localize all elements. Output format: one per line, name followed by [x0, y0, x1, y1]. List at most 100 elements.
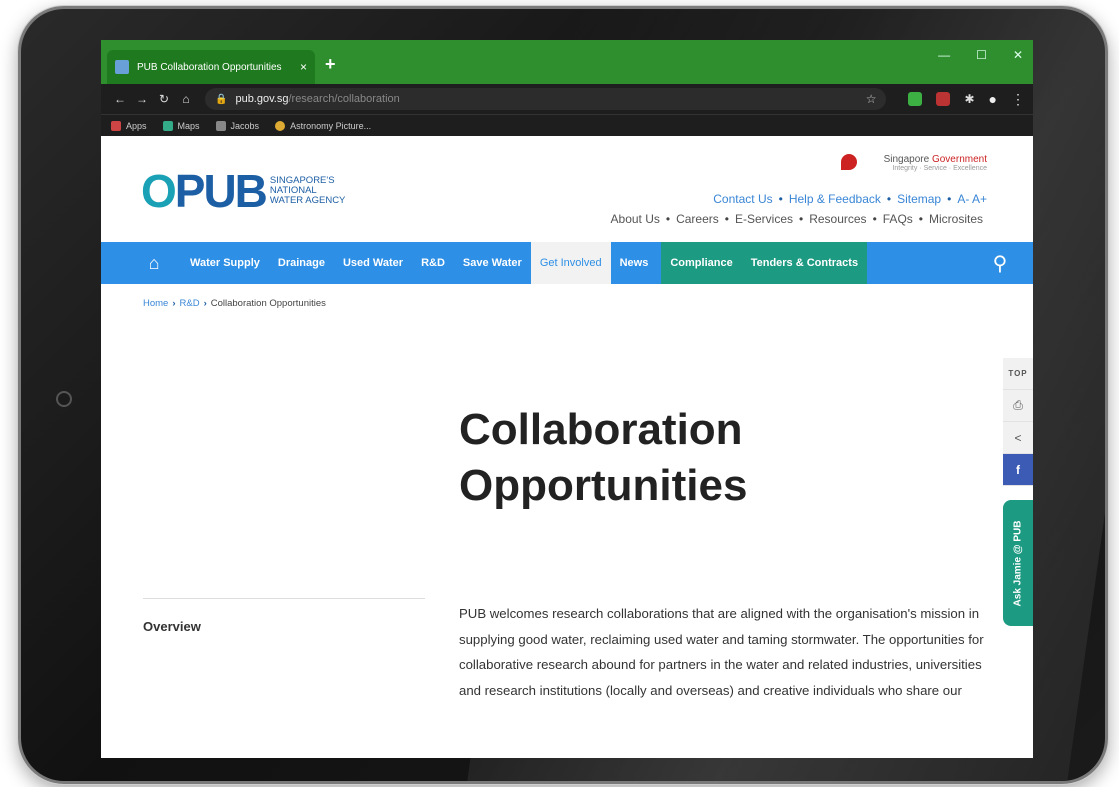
faqs-link[interactable]: FAQs	[883, 212, 913, 226]
page-title: Collaboration Opportunities	[459, 402, 839, 514]
bookmark-label: Astronomy Picture...	[290, 120, 372, 131]
separator: •	[778, 192, 783, 206]
pub-logo[interactable]: OPUB SINGAPORE'S NATIONAL WATER AGENCY	[141, 164, 345, 218]
breadcrumb-home[interactable]: Home	[143, 298, 168, 309]
maximize-icon[interactable]: ☐	[976, 48, 987, 62]
bookmark-jacobs[interactable]: Jacobs	[215, 120, 260, 131]
new-tab-button[interactable]: +	[325, 54, 336, 75]
home-nav-icon[interactable]: ⌂	[139, 242, 169, 284]
intro-paragraph: PUB welcomes research collaborations tha…	[459, 606, 984, 698]
astronomy-icon	[275, 120, 286, 131]
contact-us-link[interactable]: Contact Us	[713, 192, 772, 206]
logo-text: PUB	[174, 165, 268, 217]
tab-title: PUB Collaboration Opportunities	[137, 61, 282, 73]
extension-shield-icon[interactable]	[908, 92, 923, 106]
share-icon[interactable]: <	[1003, 422, 1033, 454]
home-icon[interactable]: ⌂	[175, 92, 197, 106]
lock-icon: 🔒	[215, 93, 228, 105]
jacobs-icon	[215, 120, 226, 131]
bookmark-astronomy[interactable]: Astronomy Picture...	[275, 120, 372, 131]
url-host: pub.gov.sg	[235, 93, 289, 105]
nav-water-supply[interactable]: Water Supply	[181, 242, 269, 284]
nav-get-involved[interactable]: Get Involved	[530, 242, 611, 284]
nav-used-water[interactable]: Used Water	[334, 242, 412, 284]
close-window-icon[interactable]: ✕	[1013, 48, 1023, 62]
browser-tab[interactable]: PUB Collaboration Opportunities ×	[107, 50, 315, 84]
bookmarks-bar: Apps Maps Jacobs Astronomy Picture...	[101, 114, 1033, 136]
back-icon[interactable]: ←	[109, 92, 131, 106]
gov-name-b: Government	[931, 154, 987, 165]
separator: •	[724, 212, 729, 226]
utility-links: Contact Us • Help & Feedback • Sitemap • A-…	[713, 192, 987, 206]
nav-rnd[interactable]: R&D	[412, 242, 454, 284]
bookmark-maps[interactable]: Maps	[162, 120, 200, 131]
about-us-link[interactable]: About Us	[611, 212, 660, 226]
facebook-icon[interactable]: f	[1003, 454, 1033, 486]
favicon-icon	[115, 60, 129, 74]
primary-nav: ⌂ Water Supply Drainage Used Water R&D S…	[101, 242, 1033, 284]
resources-link[interactable]: Resources	[809, 212, 866, 226]
bookmark-label: Jacobs	[230, 120, 260, 131]
tab-bar: PUB Collaboration Opportunities × + — ☐ …	[101, 40, 1033, 84]
print-icon[interactable]: ⎙	[1003, 390, 1033, 422]
microsites-link[interactable]: Microsites	[929, 212, 983, 226]
separator: •	[799, 212, 804, 226]
browser-screen: PUB Collaboration Opportunities × + — ☐ …	[101, 40, 1033, 758]
minimize-icon[interactable]: —	[938, 48, 950, 62]
url-path: /research/collaboration	[288, 93, 400, 105]
title-line: Collaboration	[459, 405, 743, 454]
font-size-toggle[interactable]: A- A+	[957, 192, 987, 206]
maps-icon	[162, 120, 173, 131]
window-controls: — ☐ ✕	[938, 48, 1023, 62]
nav-compliance[interactable]: Compliance	[661, 242, 741, 284]
logo-tagline: SINGAPORE'S NATIONAL WATER AGENCY	[270, 176, 345, 206]
nav-drainage[interactable]: Drainage	[269, 242, 334, 284]
nav-tenders-contracts[interactable]: Tenders & Contracts	[742, 242, 867, 284]
nav-news[interactable]: News	[611, 242, 658, 284]
chevron-right-icon: ›	[172, 298, 176, 309]
ask-jamie-button[interactable]: Ask Jamie @ PUB	[1003, 500, 1033, 626]
gov-name: Singapore Government	[884, 154, 987, 165]
logo-mark: OPUB	[141, 165, 268, 217]
browser-menu-icon[interactable]: ⋮	[1011, 91, 1025, 108]
reload-icon[interactable]: ↻	[153, 92, 175, 106]
careers-link[interactable]: Careers	[676, 212, 719, 226]
nav-green-group: Compliance Tenders & Contracts	[661, 242, 868, 284]
breadcrumb-current: Collaboration Opportunities	[210, 298, 326, 309]
bookmark-star-icon[interactable]: ☆	[866, 92, 877, 106]
tablet-frame: PUB Collaboration Opportunities × + — ☐ …	[18, 6, 1108, 784]
ask-jamie-label: Ask Jamie @ PUB	[1012, 520, 1024, 606]
camera-icon	[56, 391, 72, 407]
breadcrumb-rnd[interactable]: R&D	[180, 298, 200, 309]
back-to-top-button[interactable]: TOP	[1003, 358, 1033, 390]
gov-motto: Integrity · Service · Excellence	[892, 165, 987, 172]
sidebar-divider	[143, 598, 425, 599]
e-services-link[interactable]: E-Services	[735, 212, 793, 226]
close-tab-icon[interactable]: ×	[300, 60, 307, 74]
extension-pdf-icon[interactable]	[936, 92, 951, 106]
title-line: Opportunities	[459, 461, 748, 510]
bookmark-label: Apps	[126, 120, 147, 131]
sidebar-overview-link[interactable]: Overview	[143, 619, 201, 634]
separator: •	[886, 192, 892, 206]
nav-save-water[interactable]: Save Water	[454, 242, 531, 284]
extensions-puzzle-icon[interactable]: ✱	[964, 92, 974, 106]
help-feedback-link[interactable]: Help & Feedback	[789, 192, 881, 206]
site-header: OPUB SINGAPORE'S NATIONAL WATER AGENCY S…	[101, 136, 1033, 242]
address-bar: ← → ↻ ⌂ 🔒 pub.gov.sg /research/collabora…	[101, 84, 1033, 114]
lion-head-icon	[841, 154, 857, 170]
floating-tools: TOP ⎙ < f	[1003, 358, 1033, 486]
forward-icon[interactable]: →	[131, 92, 153, 106]
profile-avatar-icon[interactable]: ●	[989, 91, 997, 107]
singapore-government-logo[interactable]: Singapore Government Integrity · Service…	[884, 154, 987, 172]
separator: •	[872, 212, 877, 226]
bookmark-apps[interactable]: Apps	[111, 120, 147, 131]
bookmark-label: Maps	[177, 120, 200, 131]
search-icon[interactable]: ⚲	[967, 242, 1033, 284]
sitemap-link[interactable]: Sitemap	[897, 192, 941, 206]
separator: •	[665, 212, 671, 226]
separator: •	[947, 192, 952, 206]
url-input[interactable]: 🔒 pub.gov.sg /research/collaboration ☆	[205, 88, 887, 110]
chevron-right-icon: ›	[203, 298, 207, 309]
breadcrumb: Home › R&D › Collaboration Opportunities	[143, 298, 326, 309]
